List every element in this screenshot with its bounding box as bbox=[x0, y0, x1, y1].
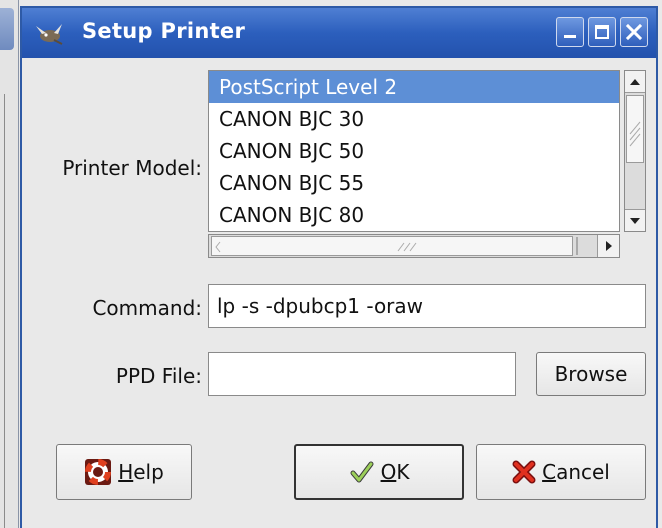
ppd-file-input[interactable] bbox=[208, 352, 516, 396]
list-item[interactable]: PostScript Level 2 bbox=[209, 71, 619, 103]
ppd-file-label: PPD File: bbox=[115, 364, 202, 388]
cancel-button[interactable]: Cancel bbox=[476, 444, 646, 500]
cancel-label-rest: ancel bbox=[556, 460, 610, 484]
horizontal-scroll-thumb[interactable] bbox=[211, 236, 573, 256]
help-button[interactable]: Help bbox=[56, 444, 192, 500]
minimize-icon bbox=[564, 35, 576, 38]
setup-printer-dialog: Setup Printer Printer Model: PostScript … bbox=[20, 6, 658, 528]
list-vertical-scrollbar[interactable] bbox=[624, 70, 646, 232]
gimp-wilber-icon[interactable] bbox=[32, 20, 66, 46]
scroll-left-button[interactable] bbox=[575, 235, 595, 257]
close-icon bbox=[625, 23, 643, 41]
vertical-scroll-thumb[interactable] bbox=[626, 95, 644, 163]
maximize-icon bbox=[595, 25, 609, 39]
background-window bbox=[0, 0, 19, 528]
titlebar[interactable]: Setup Printer bbox=[22, 8, 656, 58]
grip-icon bbox=[215, 241, 417, 253]
command-label: Command: bbox=[92, 296, 202, 320]
minimize-button[interactable] bbox=[556, 17, 584, 47]
maximize-button[interactable] bbox=[588, 17, 616, 47]
ok-label-rest: K bbox=[396, 460, 410, 484]
grip-icon bbox=[629, 121, 641, 147]
checkmark-icon bbox=[350, 461, 374, 483]
scroll-up-button[interactable] bbox=[625, 71, 645, 93]
command-input[interactable] bbox=[208, 284, 646, 328]
cancel-label: Cancel bbox=[542, 460, 610, 484]
arrow-up-icon bbox=[630, 79, 640, 85]
list-item[interactable]: CANON BJC 55 bbox=[209, 167, 619, 199]
browse-button[interactable]: Browse bbox=[536, 352, 646, 396]
browse-label: Browse bbox=[554, 362, 628, 386]
divider-icon bbox=[576, 237, 578, 255]
ok-button[interactable]: OK bbox=[294, 444, 464, 500]
dialog-title: Setup Printer bbox=[82, 19, 246, 43]
list-item[interactable]: CANON BJC 50 bbox=[209, 135, 619, 167]
help-label-rest: elp bbox=[133, 460, 164, 484]
printer-model-list[interactable]: PostScript Level 2 CANON BJC 30 CANON BJ… bbox=[208, 70, 620, 232]
background-window-titlebar bbox=[0, 8, 14, 50]
ok-label: OK bbox=[380, 460, 410, 484]
printer-model-label: Printer Model: bbox=[62, 156, 202, 180]
red-x-icon bbox=[512, 460, 536, 484]
background-window-divider bbox=[4, 94, 5, 528]
scroll-right-button[interactable] bbox=[597, 235, 619, 257]
list-item[interactable]: CANON BJC 30 bbox=[209, 103, 619, 135]
lifebuoy-icon bbox=[85, 459, 112, 485]
list-item[interactable]: CANON BJC 80 bbox=[209, 199, 619, 231]
help-label: Help bbox=[118, 460, 164, 484]
arrow-down-icon bbox=[630, 218, 640, 224]
scroll-down-button[interactable] bbox=[625, 209, 645, 231]
close-button[interactable] bbox=[620, 17, 648, 47]
list-horizontal-scrollbar[interactable] bbox=[208, 234, 620, 258]
arrow-right-icon bbox=[606, 241, 612, 251]
